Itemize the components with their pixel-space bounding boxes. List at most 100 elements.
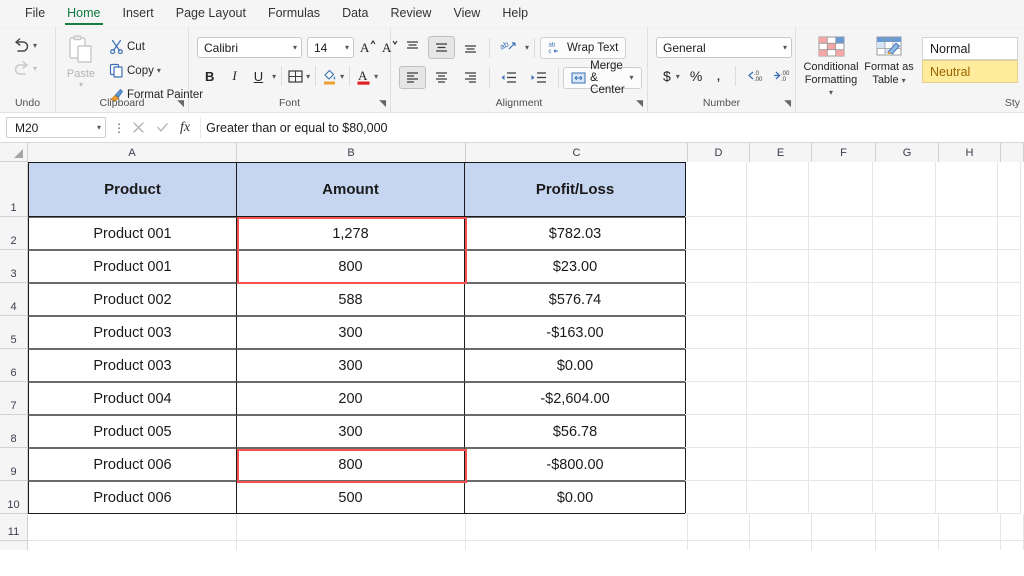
cell-f7[interactable] (809, 382, 873, 415)
cell-e8[interactable] (747, 415, 809, 448)
merge-center-button[interactable]: Merge & Center ▾ (563, 67, 641, 89)
cancel-x-icon[interactable] (132, 121, 145, 134)
cell-a3[interactable]: Product 001 (28, 250, 237, 283)
conditional-formatting-caret-icon[interactable]: ▾ (829, 88, 833, 97)
style-neutral[interactable]: Neutral (922, 60, 1018, 83)
cell-f10[interactable] (809, 481, 873, 514)
clipboard-dialog-launcher-icon[interactable]: ◥ (177, 98, 184, 109)
cell-h7[interactable] (936, 382, 998, 415)
cell-f4[interactable] (809, 283, 873, 316)
cell-c10[interactable]: $0.00 (464, 481, 686, 514)
tab-help[interactable]: Help (491, 2, 539, 25)
cell-f6[interactable] (809, 349, 873, 382)
undo-dropdown-caret-icon[interactable]: ▾ (33, 41, 37, 50)
cell-g8[interactable] (873, 415, 936, 448)
cell-f3[interactable] (809, 250, 873, 283)
cell-d7[interactable] (685, 382, 747, 415)
cell-g9[interactable] (873, 448, 936, 481)
cell-g5[interactable] (873, 316, 936, 349)
cell-d12[interactable] (688, 541, 750, 550)
font-color-icon[interactable]: A (355, 67, 372, 85)
tab-page-layout[interactable]: Page Layout (165, 2, 257, 25)
increase-decimal-icon[interactable]: .0 .00 (746, 68, 765, 84)
font-dialog-launcher-icon[interactable]: ◥ (379, 98, 386, 109)
cell-b8[interactable]: 300 (236, 415, 465, 448)
column-header-g[interactable]: G (876, 143, 939, 162)
cell-i2[interactable] (998, 217, 1021, 250)
cell-f12[interactable] (812, 541, 876, 550)
cell-b7[interactable]: 200 (236, 382, 465, 415)
cell-c5[interactable]: -$163.00 (464, 316, 686, 349)
cell-h1[interactable] (936, 162, 998, 217)
cell-a9[interactable]: Product 006 (28, 448, 237, 481)
format-as-table-button[interactable]: Format as Table ▾ (860, 31, 918, 86)
cell-i6[interactable] (998, 349, 1021, 382)
cell-e5[interactable] (747, 316, 809, 349)
orientation-button[interactable]: ab (495, 36, 523, 59)
percent-format-button[interactable]: % (687, 66, 705, 86)
cell-d8[interactable] (685, 415, 747, 448)
cell-c1[interactable]: Profit/Loss (464, 162, 686, 217)
cell-d3[interactable] (685, 250, 747, 283)
cell-c2[interactable]: $782.03 (464, 217, 686, 250)
cell-f1[interactable] (809, 162, 873, 217)
cell-g1[interactable] (873, 162, 936, 217)
cell-i12[interactable] (1001, 541, 1024, 550)
cell-h8[interactable] (936, 415, 998, 448)
cell-e2[interactable] (747, 217, 809, 250)
cell-a6[interactable]: Product 003 (28, 349, 237, 382)
tab-view[interactable]: View (442, 2, 491, 25)
borders-icon[interactable] (287, 68, 304, 85)
cell-h10[interactable] (936, 481, 998, 514)
borders-dropdown-caret-icon[interactable]: ▾ (306, 72, 310, 81)
cell-i5[interactable] (998, 316, 1021, 349)
column-header-d[interactable]: D (688, 143, 750, 162)
row-header-4[interactable]: 4 (0, 283, 28, 316)
cell-a10[interactable]: Product 006 (28, 481, 237, 514)
cell-b3[interactable]: 800 (236, 250, 465, 283)
row-header-9[interactable]: 9 (0, 448, 28, 481)
cell-c11[interactable] (466, 514, 688, 541)
cell-e9[interactable] (747, 448, 809, 481)
cell-e10[interactable] (747, 481, 809, 514)
row-header-8[interactable]: 8 (0, 415, 28, 448)
cell-b2[interactable]: 1,278 (236, 217, 465, 250)
cell-h12[interactable] (939, 541, 1001, 550)
cell-i7[interactable] (998, 382, 1021, 415)
font-size-combobox[interactable]: 14 ▾ (307, 37, 354, 58)
paste-button[interactable]: Paste ▾ (62, 31, 104, 89)
cell-h2[interactable] (936, 217, 998, 250)
row-header-11[interactable]: 11 (0, 514, 28, 541)
row-header-2[interactable]: 2 (0, 217, 28, 250)
cell-d1[interactable] (685, 162, 747, 217)
paste-dropdown-caret-icon[interactable]: ▾ (79, 80, 83, 89)
italic-button[interactable]: I (224, 65, 244, 87)
cell-a12[interactable] (28, 541, 237, 550)
cell-c9[interactable]: -$800.00 (464, 448, 686, 481)
align-middle-button[interactable] (428, 36, 455, 59)
row-header-6[interactable]: 6 (0, 349, 28, 382)
cell-a1[interactable]: Product (28, 162, 237, 217)
cell-i9[interactable] (998, 448, 1021, 481)
align-left-button[interactable] (399, 66, 426, 89)
row-header-7[interactable]: 7 (0, 382, 28, 415)
cell-c6[interactable]: $0.00 (464, 349, 686, 382)
underline-dropdown-caret-icon[interactable]: ▾ (272, 72, 276, 81)
cell-c3[interactable]: $23.00 (464, 250, 686, 283)
cell-g12[interactable] (876, 541, 939, 550)
align-top-button[interactable] (399, 36, 426, 59)
cell-i10[interactable] (998, 481, 1021, 514)
cell-e12[interactable] (750, 541, 812, 550)
cell-f9[interactable] (809, 448, 873, 481)
accounting-format-button[interactable]: $ (660, 66, 674, 86)
cell-g3[interactable] (873, 250, 936, 283)
cell-b12[interactable] (237, 541, 466, 550)
cell-f2[interactable] (809, 217, 873, 250)
cell-h6[interactable] (936, 349, 998, 382)
select-all-corner[interactable] (0, 143, 28, 161)
style-normal[interactable]: Normal (922, 37, 1018, 60)
cell-c12[interactable] (466, 541, 688, 550)
font-name-combobox[interactable]: Calibri ▾ (197, 37, 302, 58)
wrap-text-button[interactable]: ab c Wrap Text (540, 37, 626, 59)
number-dialog-launcher-icon[interactable]: ◥ (784, 98, 791, 109)
